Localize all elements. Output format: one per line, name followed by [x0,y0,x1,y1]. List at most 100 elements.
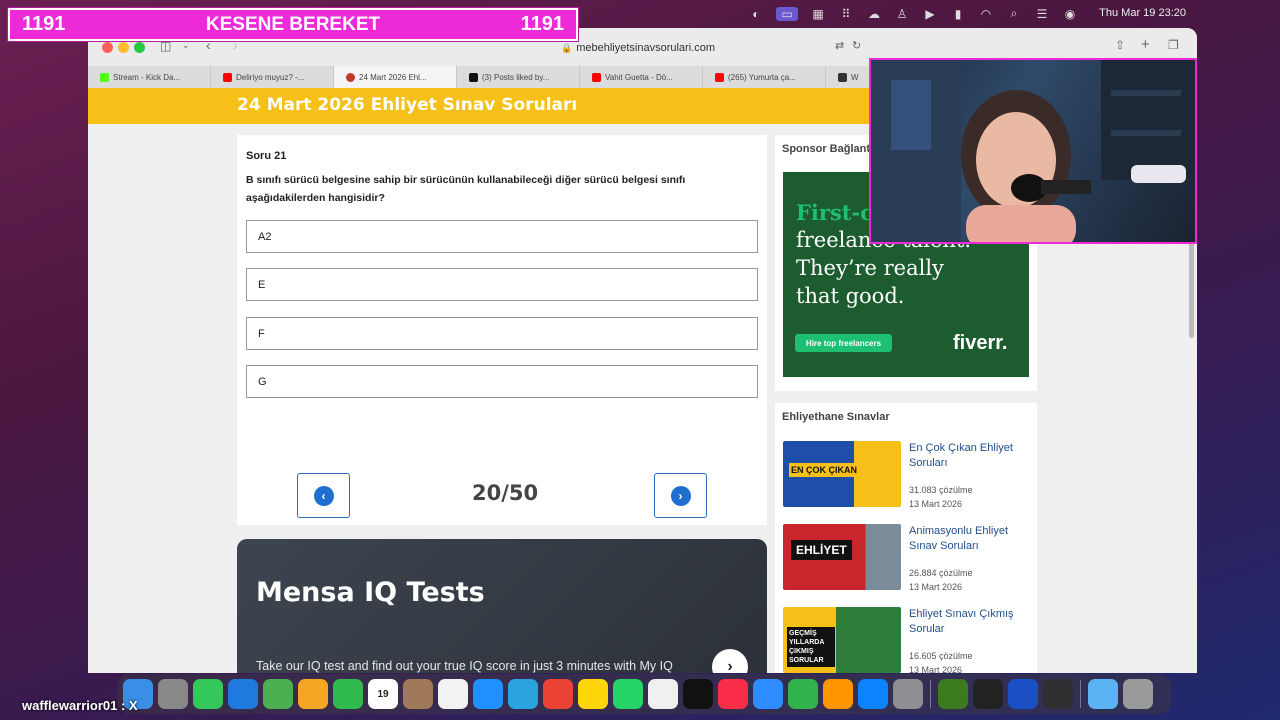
mensa-description: Take our IQ test and find out your true … [256,659,673,673]
battery-icon[interactable]: ▮ [950,7,966,21]
reload-icon[interactable]: ↻ [852,39,861,52]
whatsapp-icon[interactable] [613,679,643,709]
answer-option-b[interactable]: E [246,268,758,301]
numbers-icon[interactable] [788,679,818,709]
trash-icon[interactable] [1123,679,1153,709]
telegram-icon[interactable] [508,679,538,709]
overlay-right-count: 1191 [520,13,564,35]
settings-icon[interactable] [893,679,923,709]
appstore-icon[interactable] [858,679,888,709]
exam-count: 26.884 çözülme [909,568,973,578]
chat-message: wafflewarrior01 : X [22,698,138,713]
tab-ehliyet-active[interactable]: 24 Mart 2026 Ehl... [334,66,457,88]
share-icon[interactable]: ⇧ [1115,38,1125,52]
mail-icon[interactable] [228,679,258,709]
overlay-left-count: 1191 [22,13,66,35]
chevron-down-icon[interactable]: ⌄ [182,40,190,51]
kick-icon [100,72,109,82]
exam-item[interactable]: GEÇMİŞ YILLARDA ÇIKMIŞ SORULAR Ehliyet S… [783,607,1033,673]
cloud-icon[interactable]: ☁ [866,7,882,21]
question-text: B sınıfı sürücü belgesine sahip bir sürü… [246,174,686,204]
keynote-icon[interactable] [753,679,783,709]
mensa-title: Mensa IQ Tests [256,577,485,608]
translate-icon[interactable]: ⇄ [835,39,844,52]
chrome-icon[interactable] [543,679,573,709]
exam-date: 13 Mart 2026 [909,582,963,592]
photos-icon[interactable] [298,679,328,709]
exam-title[interactable]: Ehliyet Sınavı Çıkmış Sorular [909,607,1033,637]
next-question-button[interactable]: › [654,473,707,518]
grid-icon[interactable]: ⠿ [838,7,854,21]
wifi-icon[interactable]: ◠ [978,7,994,21]
sidebar-toggle-icon[interactable]: ◫ [160,39,171,53]
messages-icon[interactable] [193,679,223,709]
page-scrollbar[interactable] [1189,238,1194,338]
minimize-window-button[interactable] [118,42,129,53]
exam-date: 13 Mart 2026 [909,499,963,509]
tab-youtube-1[interactable]: Deliriyo muyuz? -... [211,66,334,88]
exam-thumbnail[interactable]: EN ÇOK ÇIKAN [783,441,901,507]
siri-icon[interactable]: ◉ [1062,7,1078,21]
ad-line-3: They’re really [796,256,944,280]
stream-overlay-banner: 1191 KESENE BEREKET 1191 [8,8,578,41]
ad-line-4: that good. [796,284,905,308]
folder-icon[interactable] [1088,679,1118,709]
mensa-ad-card[interactable]: Mensa IQ Tests Take our IQ test and find… [237,539,767,673]
wd-icon[interactable] [1008,679,1038,709]
tab-kick-stream[interactable]: Stream - Kick Da... [88,66,211,88]
search-icon[interactable]: ⌕ [1006,6,1022,21]
close-window-button[interactable] [102,42,113,53]
freeform-icon[interactable] [648,679,678,709]
webcam-scene [871,60,1195,242]
tab-overview-icon[interactable]: ❐ [1168,38,1179,52]
zoom-window-button[interactable] [134,42,145,53]
exams-heading: Ehliyethane Sınavlar [782,411,890,423]
exam-item[interactable]: EN ÇOK ÇIKAN En Çok Çıkan Ehliyet Sorula… [783,441,1033,511]
appletv-icon[interactable] [683,679,713,709]
pages-icon[interactable] [823,679,853,709]
site-icon [346,72,355,82]
w-icon [838,72,847,82]
reminders-icon[interactable] [438,679,468,709]
exam-item[interactable]: EHLİYET Animasyonlu Ehliyet Sınav Sorula… [783,524,1033,594]
obs-icon[interactable] [1043,679,1073,709]
launchpad-icon[interactable] [158,679,188,709]
menubar-clock[interactable]: Thu Mar 19 23:20 [1099,7,1186,19]
calendar-icon[interactable]: 19 [368,679,398,709]
youtube-icon [715,72,724,82]
tab-x-posts[interactable]: (3) Posts liked by... [457,66,580,88]
answer-option-c[interactable]: F [246,317,758,350]
exam-count: 16.605 çözülme [909,651,973,661]
youtube-icon [592,72,601,82]
hire-freelancers-button[interactable]: Hire top freelancers [795,334,892,352]
notes-icon[interactable] [578,679,608,709]
exams-box: Ehliyethane Sınavlar EN ÇOK ÇIKAN En Çok… [775,403,1037,673]
answer-option-d[interactable]: G [246,365,758,398]
music-icon[interactable] [718,679,748,709]
exam-title[interactable]: En Çok Çıkan Ehliyet Soruları [909,441,1033,471]
exam-title[interactable]: Animasyonlu Ehliyet Sınav Soruları [909,524,1033,554]
previous-question-button[interactable]: ‹ [297,473,350,518]
sponsor-heading: Sponsor Bağlantı [782,143,874,155]
tab-youtube-3[interactable]: (265) Yumurta ça... [703,66,826,88]
safari-icon[interactable] [473,679,503,709]
epicgames-icon[interactable] [973,679,1003,709]
question-progress: 20/50 [472,481,539,505]
figure-icon[interactable]: ♙ [894,7,910,21]
tab-youtube-2[interactable]: Vahit Guetta - Dö... [580,66,703,88]
play-icon[interactable]: ▶ [922,7,938,21]
notes-brown-icon[interactable] [403,679,433,709]
status-item-icon[interactable]: ◐ [748,7,764,21]
exam-thumbnail[interactable]: EHLİYET [783,524,901,590]
answer-option-a[interactable]: A2 [246,220,758,253]
arrow-right-icon[interactable]: › [712,649,748,673]
maps-icon[interactable] [263,679,293,709]
exam-thumbnail[interactable]: GEÇMİŞ YILLARDA ÇIKMIŞ SORULAR [783,607,901,673]
mt-icon[interactable] [938,679,968,709]
new-tab-icon[interactable]: + [1141,36,1150,53]
keyboard-icon[interactable]: ▦ [810,7,826,21]
exam-count: 31.083 çözülme [909,485,973,495]
control-center-icon[interactable]: ☰ [1034,7,1050,21]
facetime-icon[interactable] [333,679,363,709]
screen-share-icon[interactable]: ▭ [776,6,798,21]
